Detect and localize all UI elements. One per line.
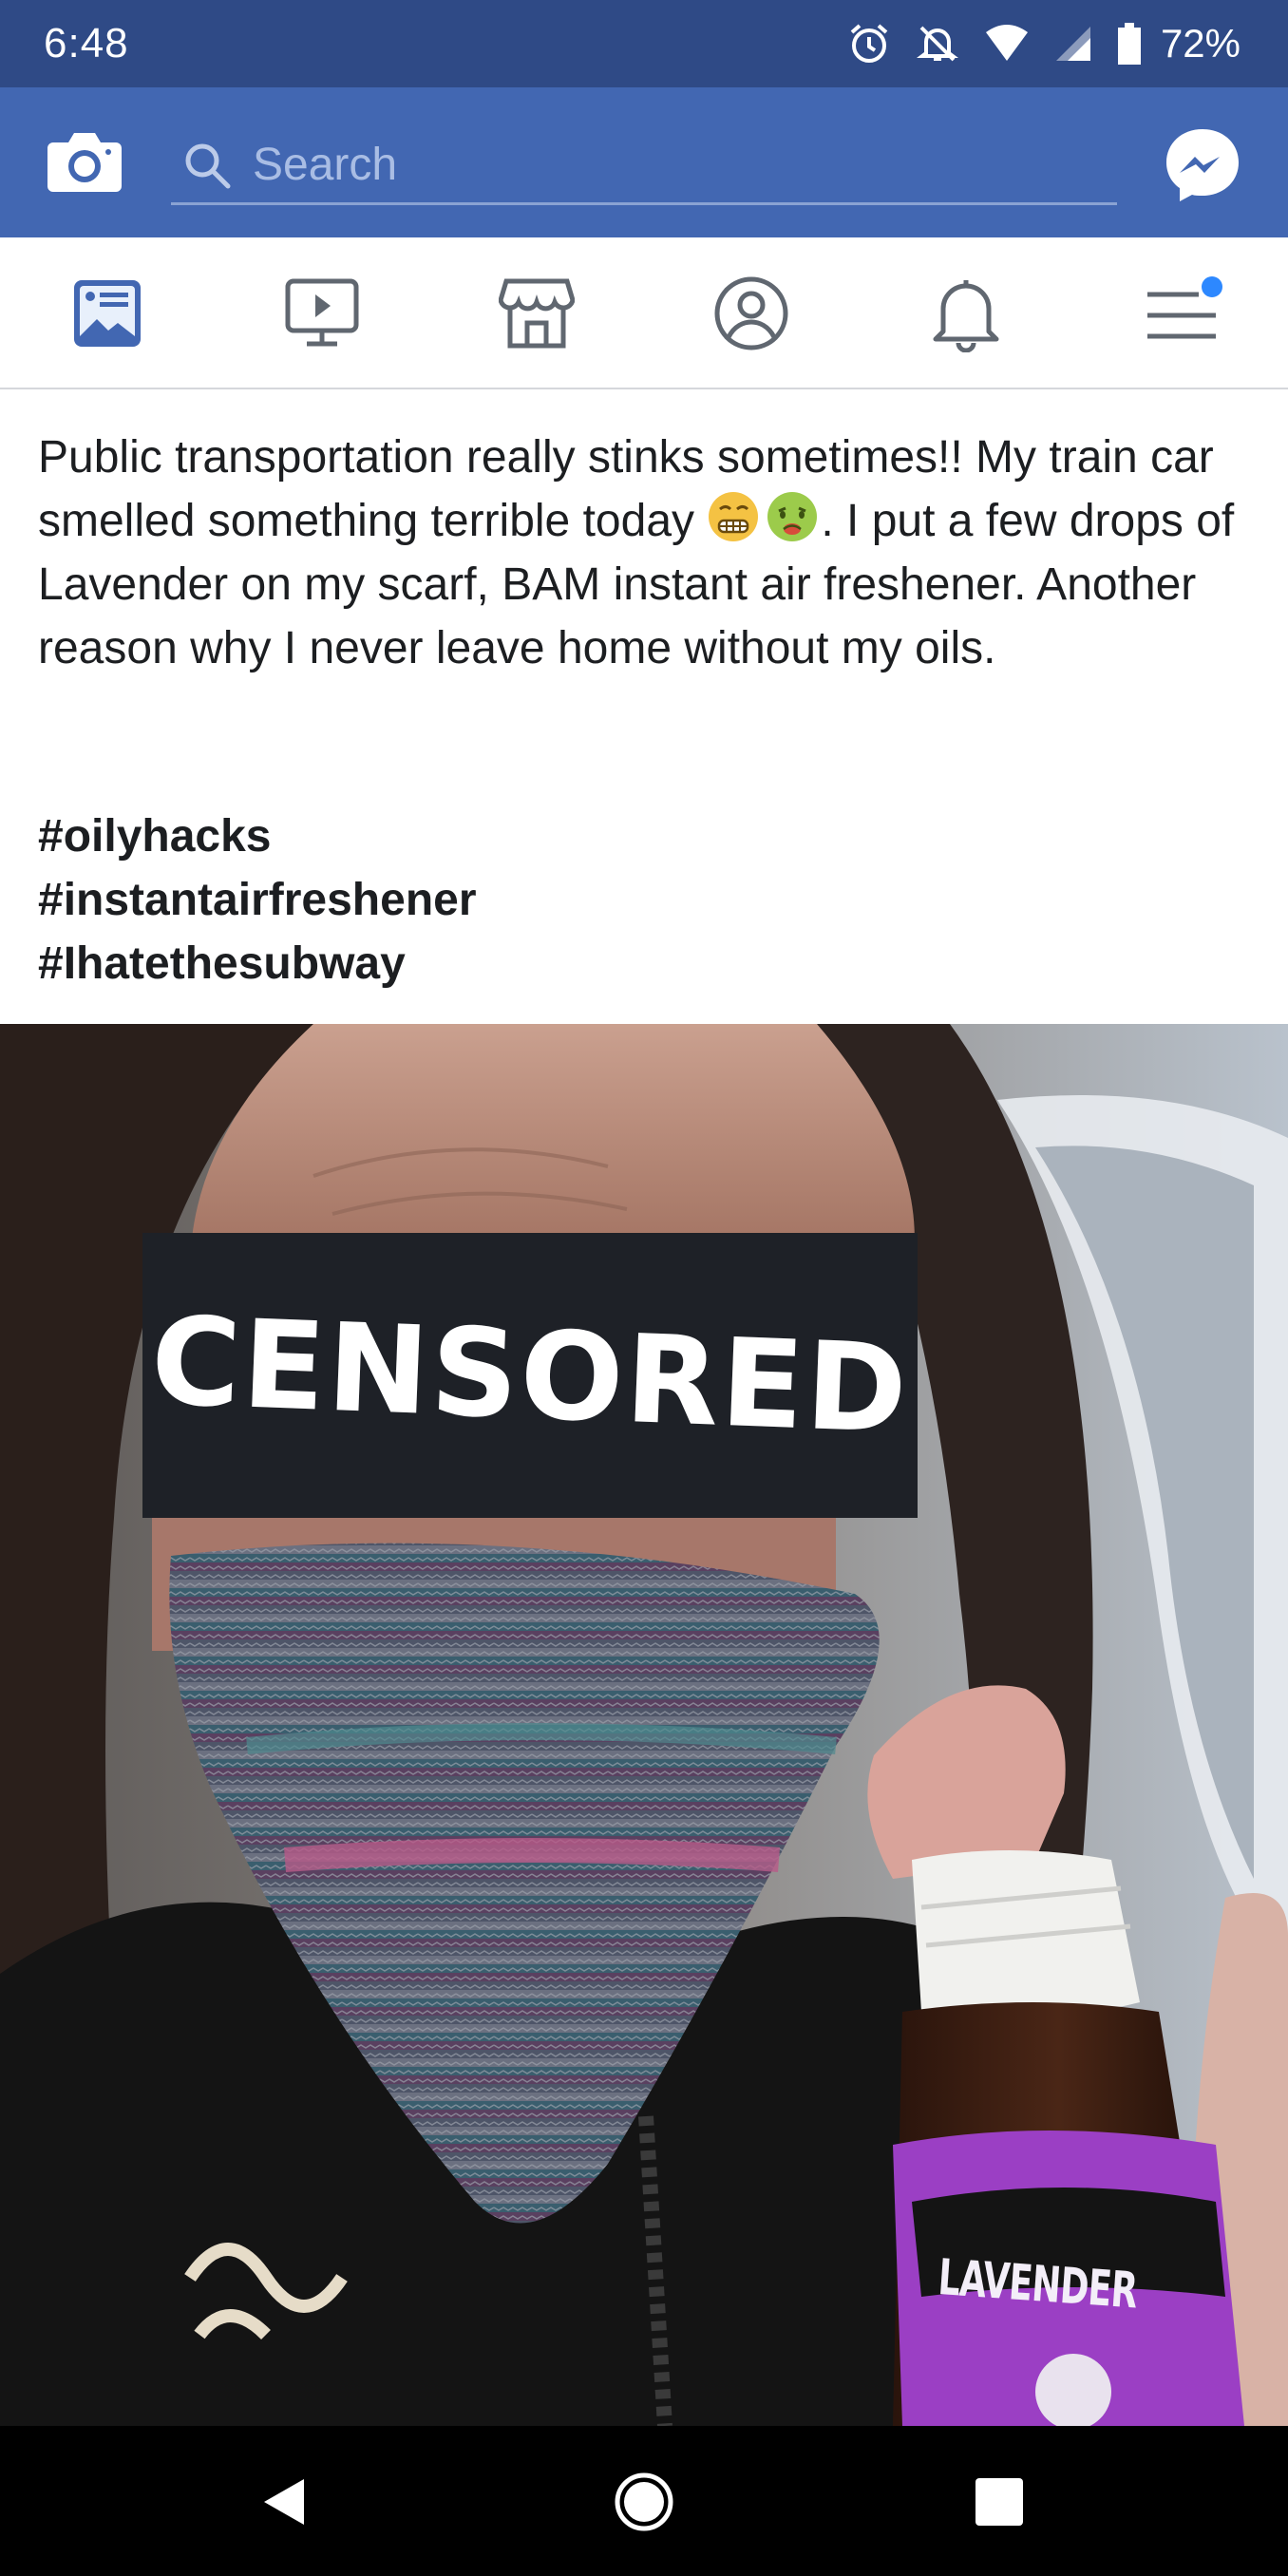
battery-percent: 72% <box>1160 21 1241 66</box>
tab-profile[interactable] <box>699 266 804 361</box>
camera-icon <box>47 133 122 192</box>
status-bar: 6:48 72% <box>0 0 1288 87</box>
censor-bar: CENSORED <box>142 1233 918 1518</box>
bell-icon <box>933 280 999 352</box>
nauseated-face-emoji <box>767 492 818 541</box>
system-nav-bar <box>0 2426 1288 2576</box>
status-icons: 72% <box>847 21 1241 66</box>
home-icon <box>615 2472 673 2531</box>
search-icon <box>185 143 231 188</box>
messenger-icon <box>1166 129 1239 201</box>
tab-watch[interactable] <box>270 266 374 361</box>
tab-bar <box>0 237 1288 389</box>
tab-news-feed[interactable] <box>55 266 160 361</box>
censor-label: CENSORED <box>148 1290 912 1461</box>
search-bar[interactable] <box>171 127 1117 205</box>
back-icon <box>264 2479 304 2525</box>
marketplace-store-icon <box>499 278 575 349</box>
wifi-icon <box>984 25 1030 63</box>
post-photo[interactable]: CENSORED LAVENDER <box>0 1024 1288 2426</box>
camera-button[interactable] <box>47 123 122 199</box>
alarm-icon <box>847 22 891 66</box>
video-play-icon <box>285 278 359 347</box>
hashtag-list: #oilyhacks #instantairfreshener #Ihateth… <box>38 805 477 995</box>
search-input[interactable] <box>253 139 1089 191</box>
app-header <box>0 87 1288 237</box>
messenger-button[interactable] <box>1163 125 1242 205</box>
hashtag-link[interactable]: #Ihatethesubway <box>38 932 477 995</box>
post-body: Public transportation really stinks some… <box>38 426 1254 680</box>
tab-marketplace[interactable] <box>484 266 589 361</box>
battery-icon <box>1117 23 1142 65</box>
hashtag-link[interactable]: #instantairfreshener <box>38 868 477 932</box>
hamburger-menu-icon <box>1147 276 1222 339</box>
hashtag-link[interactable]: #oilyhacks <box>38 805 477 868</box>
grimacing-face-emoji <box>709 492 759 541</box>
cell-signal-icon <box>1054 25 1092 63</box>
back-button[interactable] <box>247 2464 323 2540</box>
home-button[interactable] <box>606 2464 682 2540</box>
news-feed-icon <box>74 280 141 347</box>
recents-button[interactable] <box>961 2464 1037 2540</box>
menu-badge-dot <box>1202 276 1222 297</box>
recents-icon <box>975 2478 1023 2526</box>
notifications-off-icon <box>916 22 959 66</box>
profile-icon <box>714 276 788 350</box>
status-time: 6:48 <box>44 20 129 66</box>
tab-menu[interactable] <box>1128 266 1233 361</box>
tab-notifications[interactable] <box>914 266 1018 361</box>
